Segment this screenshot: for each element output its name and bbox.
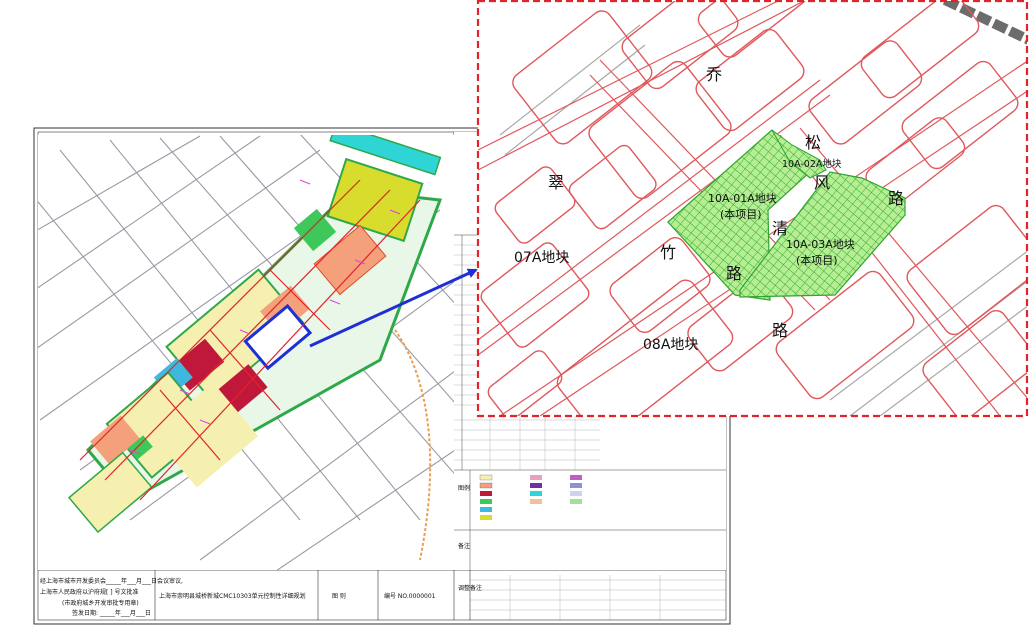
plan-title: 上海市崇明县城桥新城CMC10303单元控制性详细规划 [159,592,306,600]
plot-label-10a-02a: 10A-02A地块 [782,158,842,170]
road-char-lu-1: 路 [888,189,904,208]
notes-side-label: 备注 [458,542,470,550]
plot-note-10a-01a: (本项目) [720,207,762,221]
road-char-cui: 翠 [548,173,564,192]
road-char-qing: 清 [772,219,788,238]
road-char-lu-2: 路 [726,264,742,283]
plot-label-10a-03a: 10A-03A地块 [786,238,855,251]
legend-side-label: 图例 [458,484,470,492]
road-char-feng: 风 [814,173,830,192]
inset-detail: 乔 松 翠 风 清 竹 路 路 路 07A地块 08A地块 10A-02A地块 … [476,0,1029,418]
approval-line-2: 上海市人民政府以沪府规[ ] 号文批准 [40,588,139,596]
plot-label-08a: 08A地块 [643,337,698,353]
drawing-number: 编号 NO.0000001 [384,592,436,600]
road-char-song: 松 [805,133,821,152]
road-char-lu-3: 路 [772,321,788,340]
plot-label-07a: 07A地块 [514,250,569,266]
drawing-label: 图 则 [332,592,346,600]
approval-line-1: 经上海市城市开发委员会_____年___月___日会议审议, [40,577,183,585]
planning-figure: 图例 备注 调整备注 经上海市城市开发委员会_____年___月___日会议审议… [33,0,1029,625]
plot-label-10a-01a: 10A-01A地块 [708,192,777,205]
plan-map [38,135,454,570]
plot-note-10a-03a: (本项目) [796,253,838,267]
approval-line-3: (市政府城乡开发审批专用章) [62,599,139,607]
approval-line-4: 签发日期: _____年___月___日 [72,609,151,617]
road-char-zhu: 竹 [660,243,676,262]
road-char-qiao: 乔 [706,65,722,84]
